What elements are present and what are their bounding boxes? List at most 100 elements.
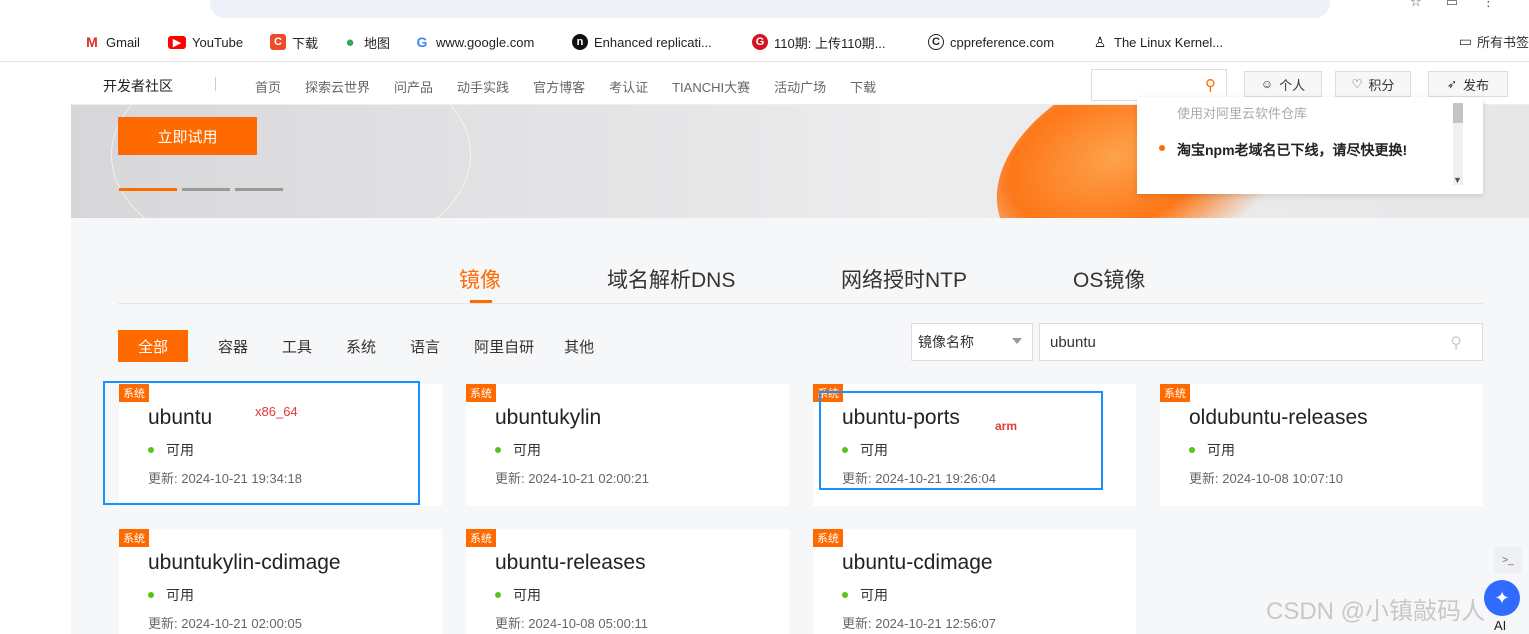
updated-time: 更新: 2024-10-21 02:00:21	[495, 471, 649, 486]
bookmark-maps[interactable]: ● 地图	[342, 32, 390, 52]
status: 可用	[495, 440, 541, 460]
send-icon: ➶	[1446, 77, 1458, 91]
nav-item-cert[interactable]: 考认证	[609, 77, 648, 96]
carousel-dot[interactable]	[182, 188, 230, 191]
news-item[interactable]: 淘宝npm老域名已下线，请尽快更换!	[1177, 139, 1441, 161]
status: 可用	[148, 585, 194, 605]
mirror-name[interactable]: ubuntu-cdimage	[842, 551, 993, 575]
all-bookmarks-folder[interactable]: ▭ 所有书签	[1459, 32, 1529, 51]
status-dot-icon	[148, 592, 154, 598]
status-dot-icon	[495, 447, 501, 453]
bookmark-download[interactable]: C 下载	[270, 32, 318, 52]
carousel-dot[interactable]	[235, 188, 283, 191]
category-other[interactable]: 其他	[564, 336, 594, 357]
browser-toolbar-icons: ☆▭⋮	[1410, 0, 1519, 10]
try-now-button[interactable]: 立即试用	[118, 117, 257, 155]
category-badge: 系统	[466, 384, 496, 402]
updated-time: 更新: 2024-10-21 02:00:05	[148, 616, 302, 631]
tab-os-mirror[interactable]: OS镜像	[1073, 264, 1145, 294]
updated-time: 更新: 2024-10-21 12:56:07	[842, 616, 996, 631]
nav-item-blog[interactable]: 官方博客	[533, 77, 585, 96]
mirror-card-oldubuntu-releases[interactable]: 系统 oldubuntu-releases 可用 更新: 2024-10-08 …	[1160, 384, 1483, 506]
status-dot-icon	[495, 592, 501, 598]
tab-mirrors[interactable]: 镜像	[459, 264, 501, 294]
annotation-x86: x86_64	[255, 404, 298, 419]
status: 可用	[495, 585, 541, 605]
more-icon[interactable]: ⋮	[1482, 0, 1519, 9]
scroll-down-icon[interactable]: ▼	[1453, 175, 1462, 185]
status-dot-icon	[842, 592, 848, 598]
brand-name[interactable]: 开发者社区	[103, 76, 173, 96]
gmail-icon: M	[84, 34, 100, 50]
category-system[interactable]: 系统	[346, 336, 376, 357]
nav-item-ask[interactable]: 问产品	[394, 77, 433, 96]
address-bar-area: ☆▭⋮	[0, 0, 1529, 22]
bookmark-google[interactable]: G www.google.com	[414, 32, 534, 52]
mirror-name[interactable]: oldubuntu-releases	[1189, 406, 1368, 430]
mirror-name[interactable]: ubuntu-releases	[495, 551, 646, 575]
points-button[interactable]: ♡ 积分	[1335, 71, 1411, 97]
nav-item-explore[interactable]: 探索云世界	[305, 77, 370, 96]
search-icon[interactable]: ⚲	[1205, 76, 1216, 94]
bookmark-youtube[interactable]: ▶ YouTube	[168, 32, 243, 52]
news-popup: 使用对阿里云软件仓库 淘宝npm老域名已下线，请尽快更换! ▼	[1137, 97, 1483, 194]
personal-button[interactable]: ☺ 个人	[1244, 71, 1322, 97]
mirror-name[interactable]: ubuntukylin-cdimage	[148, 551, 341, 575]
address-bar[interactable]	[210, 0, 1330, 18]
annotation-arm: arm	[995, 419, 1018, 433]
site-icon: G	[752, 34, 768, 50]
category-language[interactable]: 语言	[410, 336, 440, 357]
user-icon: ☺	[1260, 77, 1274, 91]
terminal-icon[interactable]: >_	[1494, 547, 1522, 573]
bookmark-linux-kernel[interactable]: ♙ The Linux Kernel...	[1092, 32, 1223, 52]
nav-item-home[interactable]: 首页	[255, 77, 281, 96]
active-tab-indicator	[470, 300, 492, 303]
google-icon: G	[414, 34, 430, 50]
category-container[interactable]: 容器	[218, 336, 248, 357]
category-tools[interactable]: 工具	[282, 336, 312, 357]
bookmark-gmail[interactable]: M Gmail	[84, 32, 140, 52]
scrollbar-thumb[interactable]	[1453, 103, 1463, 123]
category-alibaba[interactable]: 阿里自研	[474, 336, 534, 357]
mirror-name[interactable]: ubuntukylin	[495, 406, 601, 430]
mirror-card-ubuntukylin[interactable]: 系统 ubuntukylin 可用 更新: 2024-10-21 02:00:2…	[466, 384, 789, 506]
annotation-box	[103, 381, 420, 505]
news-item-faded[interactable]: 使用对阿里云软件仓库	[1177, 103, 1307, 122]
star-icon[interactable]: ☆	[1410, 0, 1446, 9]
updated-time: 更新: 2024-10-08 10:07:10	[1189, 471, 1343, 486]
tux-icon: ♙	[1092, 33, 1108, 50]
nav-item-tianchi[interactable]: TIANCHI大赛	[672, 77, 750, 96]
window-icon[interactable]: ▭	[1446, 0, 1482, 9]
folder-icon: ▭	[1458, 33, 1472, 49]
main-nav: 首页 探索云世界 问产品 动手实践 官方博客 考认证 TIANCHI大赛 活动广…	[255, 77, 900, 96]
carousel-dot[interactable]	[119, 188, 177, 191]
ai-assistant-icon[interactable]: ✦	[1484, 580, 1520, 616]
mirror-card-ubuntu-releases[interactable]: 系统 ubuntu-releases 可用 更新: 2024-10-08 05:…	[466, 529, 789, 634]
tab-ntp[interactable]: 网络授时NTP	[841, 264, 967, 294]
cpp-icon: C	[928, 34, 944, 50]
nav-item-download[interactable]: 下载	[850, 77, 876, 96]
ai-label[interactable]: AI	[1494, 618, 1506, 633]
carousel-indicators	[119, 188, 288, 191]
bookmark-enhanced[interactable]: n Enhanced replicati...	[572, 32, 712, 52]
mirror-card-ubuntukylin-cdimage[interactable]: 系统 ubuntukylin-cdimage 可用 更新: 2024-10-21…	[119, 529, 442, 634]
nav-item-practice[interactable]: 动手实践	[457, 77, 509, 96]
category-all[interactable]: 全部	[118, 330, 188, 362]
nav-item-events[interactable]: 活动广场	[774, 77, 826, 96]
maps-icon: ●	[342, 34, 358, 51]
bookmark-cppreference[interactable]: C cppreference.com	[928, 32, 1054, 52]
bullet-icon	[1159, 145, 1165, 151]
tab-dns[interactable]: 域名解析DNS	[607, 264, 735, 294]
bookmark-110[interactable]: G 110期: 上传110期...	[752, 32, 886, 52]
mirror-card-ubuntu-cdimage[interactable]: 系统 ubuntu-cdimage 可用 更新: 2024-10-21 12:5…	[813, 529, 1136, 634]
mirror-search-input[interactable]: ubuntu ⚲	[1039, 323, 1483, 361]
search-icon[interactable]: ⚲	[1450, 333, 1462, 353]
category-badge: 系统	[119, 529, 149, 547]
status: 可用	[1189, 440, 1235, 460]
publish-button[interactable]: ➶ 发布	[1428, 71, 1508, 97]
category-badge: 系统	[466, 529, 496, 547]
news-scrollbar[interactable]: ▼	[1453, 103, 1463, 185]
filter-type-select[interactable]: 镜像名称	[911, 323, 1033, 361]
annotation-box	[819, 391, 1103, 490]
status: 可用	[842, 585, 888, 605]
